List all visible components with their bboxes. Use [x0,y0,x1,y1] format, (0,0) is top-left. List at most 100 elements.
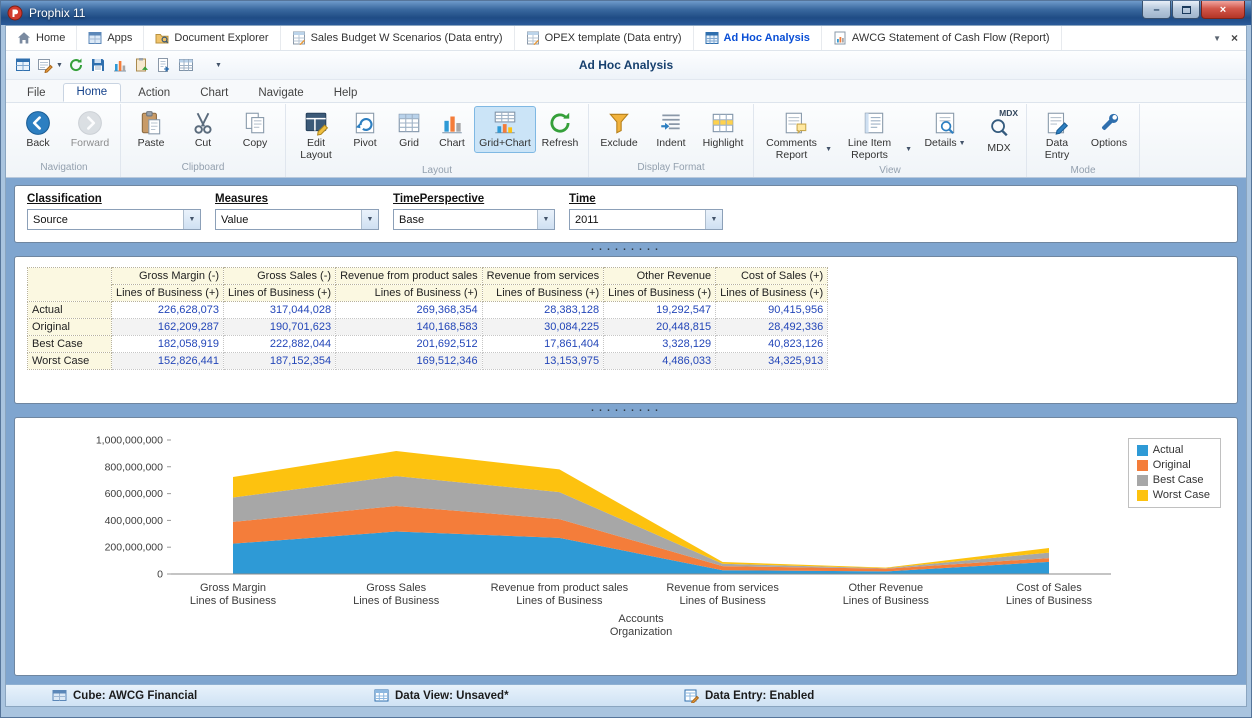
grid-column-header[interactable]: Cost of Sales (+) [715,267,829,285]
qat-refresh-icon[interactable] [67,56,85,74]
tab-sales-budget[interactable]: Sales Budget W Scenarios (Data entry) [281,26,515,50]
pivot-button[interactable]: Pivot [342,106,388,153]
grid-value-cell[interactable]: 222,882,044 [223,335,337,353]
menu-file[interactable]: File [14,85,59,102]
menu-navigate[interactable]: Navigate [245,85,316,102]
splitter-handle[interactable]: ········· [14,402,1238,417]
grid-value-cell[interactable]: 140,168,583 [335,318,483,336]
chevron-down-icon[interactable]: ▼ [183,210,200,229]
qat-format-dropdown-icon[interactable]: ▼ [56,62,63,69]
grid-value-cell[interactable]: 4,486,033 [603,352,717,370]
qat-table-icon[interactable] [177,56,195,74]
tab-awcg-cash-flow[interactable]: AWCG Statement of Cash Flow (Report) [822,26,1062,50]
grid-value-cell[interactable]: 162,209,287 [110,318,225,336]
minimize-button[interactable]: – [1142,1,1171,19]
grid-value-cell[interactable]: 19,292,547 [603,301,717,319]
grid-column-header[interactable]: Revenue from product sales [335,267,483,285]
exclude-button[interactable]: Exclude [593,106,645,153]
mdx-button[interactable]: MDX MDX [976,106,1022,158]
comments-report-button[interactable]: Comments Report ▼ [758,106,834,165]
qat-chart-icon[interactable] [111,56,129,74]
grid-row-header[interactable]: Worst Case [27,352,112,370]
grid-column-header[interactable]: Gross Sales (-) [223,267,337,285]
maximize-button[interactable] [1172,1,1200,19]
grid-column-header[interactable]: Gross Margin (-) [110,267,225,285]
edit-layout-button[interactable]: Edit Layout [290,106,342,165]
paste-button[interactable]: Paste [125,106,177,153]
grid-value-cell[interactable]: 182,058,919 [110,335,225,353]
grid-value-cell[interactable]: 17,861,404 [481,335,605,353]
grid-row-header[interactable]: Actual [27,301,112,319]
filter-label-measures[interactable]: Measures [215,193,393,205]
grid-value-cell[interactable]: 20,448,815 [603,318,717,336]
line-item-reports-button[interactable]: Line Item Reports ▼ [834,106,914,165]
tab-opex-template[interactable]: OPEX template (Data entry) [515,26,694,50]
grid-value-cell[interactable]: 169,512,346 [335,352,483,370]
tab-close-icon[interactable]: × [1231,31,1238,45]
chevron-down-icon[interactable]: ▼ [361,210,378,229]
qat-publish-icon[interactable] [133,56,151,74]
qat-export-icon[interactable] [155,56,173,74]
grid-value-cell[interactable]: 201,692,512 [335,335,483,353]
grid-button[interactable]: Grid [388,106,430,153]
grid-column-subheader[interactable]: Lines of Business (+) [603,284,717,302]
indent-button[interactable]: Indent [645,106,697,153]
grid-value-cell[interactable]: 152,826,441 [110,352,225,370]
chart-button[interactable]: Chart [430,106,474,153]
measures-dropdown[interactable]: Value ▼ [215,209,379,230]
grid-column-subheader[interactable]: Lines of Business (+) [715,284,829,302]
grid-value-cell[interactable]: 30,084,225 [481,318,605,336]
menu-home[interactable]: Home [62,83,122,102]
menu-help[interactable]: Help [321,85,371,102]
grid-value-cell[interactable]: 40,823,126 [715,335,829,353]
grid-value-cell[interactable]: 28,383,128 [481,301,605,319]
grid-column-header[interactable]: Other Revenue [603,267,717,285]
grid-column-subheader[interactable]: Lines of Business (+) [223,284,337,302]
refresh-button[interactable]: Refresh [536,106,584,153]
filter-label-timeperspective[interactable]: TimePerspective [393,193,569,205]
grid-row-header[interactable]: Best Case [27,335,112,353]
grid-column-subheader[interactable]: Lines of Business (+) [481,284,605,302]
tab-home[interactable]: Home [6,26,78,50]
close-button[interactable]: × [1201,1,1245,19]
grid-value-cell[interactable]: 3,328,129 [603,335,717,353]
grid-value-cell[interactable]: 317,044,028 [223,301,337,319]
grid-corner-cell[interactable] [27,267,112,302]
back-button[interactable]: Back [12,106,64,153]
chevron-down-icon[interactable]: ▼ [705,210,722,229]
details-button[interactable]: Details ▼ [914,106,976,153]
copy-button[interactable]: Copy [229,106,281,153]
grid-column-subheader[interactable]: Lines of Business (+) [110,284,225,302]
grid-chart-button[interactable]: Grid+Chart [474,106,536,153]
tab-overflow-chevron-icon[interactable]: ▼ [1213,34,1221,43]
filter-label-classification[interactable]: Classification [27,193,215,205]
grid-row-header[interactable]: Original [27,318,112,336]
filter-label-time[interactable]: Time [569,193,737,205]
grid-value-cell[interactable]: 13,153,975 [481,352,605,370]
menu-action[interactable]: Action [125,85,183,102]
grid-value-cell[interactable]: 226,628,073 [110,301,225,319]
grid-value-cell[interactable]: 28,492,336 [715,318,829,336]
tab-document-explorer[interactable]: Document Explorer [144,26,281,50]
options-button[interactable]: Options [1083,106,1135,153]
grid-value-cell[interactable]: 34,325,913 [715,352,829,370]
grid-column-subheader[interactable]: Lines of Business (+) [335,284,483,302]
highlight-button[interactable]: Highlight [697,106,749,153]
splitter-handle[interactable]: ········· [14,241,1238,256]
data-entry-button[interactable]: Data Entry [1031,106,1083,165]
grid-value-cell[interactable]: 269,368,354 [335,301,483,319]
classification-dropdown[interactable]: Source ▼ [27,209,201,230]
grid-value-cell[interactable]: 90,415,956 [715,301,829,319]
grid-value-cell[interactable]: 187,152,354 [223,352,337,370]
time-dropdown[interactable]: 2011 ▼ [569,209,723,230]
timeperspective-dropdown[interactable]: Base ▼ [393,209,555,230]
grid-column-header[interactable]: Revenue from services [481,267,605,285]
qat-overflow-icon[interactable]: ▼ [215,62,222,69]
qat-save-icon[interactable] [89,56,107,74]
tab-ad-hoc-analysis[interactable]: Ad Hoc Analysis [694,26,822,50]
menu-chart[interactable]: Chart [187,85,241,102]
qat-format-design-icon[interactable] [36,56,54,74]
cut-button[interactable]: Cut [177,106,229,153]
chevron-down-icon[interactable]: ▼ [537,210,554,229]
grid-value-cell[interactable]: 190,701,623 [223,318,337,336]
